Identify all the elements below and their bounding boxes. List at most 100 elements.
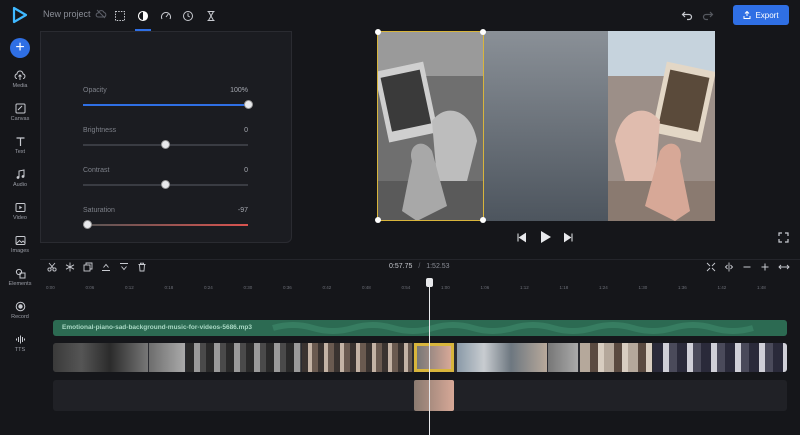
- selected-layer-frame[interactable]: [375, 29, 486, 223]
- sidebar-item-label: Canvas: [10, 116, 30, 122]
- duplicate-icon[interactable]: [83, 262, 93, 272]
- scissors-icon[interactable]: [47, 262, 57, 272]
- audio-clip-name: Emotional-piano-sad-background-music-for…: [62, 324, 252, 331]
- bring-up-icon[interactable]: [101, 262, 111, 272]
- export-label: Export: [755, 10, 779, 20]
- sidebar-item-canvas[interactable]: Canvas: [0, 103, 40, 133]
- undo-icon[interactable]: [681, 9, 693, 21]
- ruler-tick-label: 1:36: [678, 285, 687, 290]
- ruler-tick-label: 0:48: [362, 285, 371, 290]
- video-clip[interactable]: [302, 343, 412, 372]
- brightness-slider-thumb[interactable]: [161, 140, 170, 149]
- waveform-icon: [15, 335, 25, 344]
- record-icon: [15, 301, 25, 312]
- resize-handle-top-left[interactable]: [375, 29, 381, 35]
- sidebar-item-label: TTS: [14, 347, 26, 353]
- video-track[interactable]: [53, 343, 787, 372]
- hourglass-icon[interactable]: [205, 10, 217, 22]
- saturation-value: -97: [237, 207, 248, 214]
- fullscreen-icon[interactable]: [778, 232, 789, 243]
- video-clip[interactable]: [53, 343, 148, 372]
- sidebar-item-label: Record: [11, 314, 29, 320]
- split-view-icon[interactable]: [724, 262, 734, 272]
- app-logo-icon[interactable]: [11, 6, 29, 24]
- sidebar-item-video[interactable]: Video: [0, 202, 40, 232]
- resize-handle-bottom-left[interactable]: [375, 217, 381, 223]
- play-icon[interactable]: [539, 230, 552, 244]
- ruler-tick-label: 0:24: [204, 285, 213, 290]
- ruler-tick-label: 1:42: [717, 285, 727, 290]
- ruler-tick-label: 0:42: [322, 285, 332, 290]
- sidebar-item-label: Media: [12, 83, 28, 89]
- add-media-button[interactable]: +: [10, 38, 30, 58]
- contrast-label: Contrast: [83, 167, 110, 174]
- ruler-tick-label: 0:54: [401, 285, 411, 290]
- resize-handle-top-right[interactable]: [480, 29, 486, 35]
- selected-video-clip[interactable]: [414, 343, 454, 372]
- resize-handle-bottom-right[interactable]: [480, 217, 486, 223]
- playhead-handle[interactable]: [426, 278, 433, 287]
- project-title[interactable]: New project: [43, 9, 91, 19]
- video-clip[interactable]: [548, 343, 578, 372]
- saturation-slider-track[interactable]: [83, 224, 248, 226]
- ruler-tick-label: 1:24: [599, 285, 608, 290]
- video-clip[interactable]: [186, 343, 301, 372]
- video-icon: [15, 203, 25, 212]
- skip-back-icon[interactable]: [516, 232, 527, 243]
- fit-timeline-icon[interactable]: [706, 262, 716, 272]
- timeline-time-readout: 0:57.75 / 1:52.53: [389, 263, 450, 270]
- properties-panel: [40, 31, 292, 243]
- sidebar-item-text[interactable]: Text: [0, 136, 40, 166]
- clock-icon[interactable]: [182, 10, 194, 22]
- opacity-slider-thumb[interactable]: [243, 100, 253, 109]
- contrast-slider-thumb[interactable]: [161, 180, 170, 189]
- export-upload-icon: [743, 11, 751, 19]
- current-time: 0:57.75: [389, 263, 413, 270]
- text-icon: [16, 137, 24, 146]
- redo-icon[interactable]: [702, 9, 714, 21]
- video-clip[interactable]: [653, 343, 787, 372]
- speed-icon[interactable]: [160, 10, 172, 22]
- playhead-line[interactable]: [429, 280, 430, 435]
- cloud-sync-icon: [95, 9, 107, 19]
- opacity-slider-track[interactable]: [83, 104, 248, 106]
- contrast-value: 0: [244, 167, 248, 174]
- canvas-icon: [15, 103, 25, 114]
- overlay-clip[interactable]: [414, 380, 454, 411]
- sidebar-item-label: Text: [14, 149, 26, 155]
- overlay-track[interactable]: [53, 380, 787, 411]
- zoom-in-icon[interactable]: [760, 262, 770, 272]
- freeze-icon[interactable]: [65, 262, 75, 272]
- time-separator: /: [418, 263, 421, 270]
- sidebar-item-label: Audio: [12, 182, 28, 188]
- crop-icon[interactable]: [114, 10, 126, 22]
- sidebar-item-media[interactable]: Media: [0, 70, 40, 100]
- zoom-out-icon[interactable]: [742, 262, 752, 272]
- video-clip[interactable]: [149, 343, 185, 372]
- ruler-tick-label: 0:00: [46, 285, 55, 290]
- brightness-label: Brightness: [83, 127, 117, 134]
- sidebar-item-audio[interactable]: Audio: [0, 169, 40, 199]
- contrast-icon[interactable]: [137, 10, 149, 22]
- sidebar-item-record[interactable]: Record: [0, 301, 40, 331]
- trash-icon[interactable]: [137, 262, 147, 272]
- skip-forward-icon[interactable]: [563, 232, 574, 243]
- image-icon: [15, 236, 25, 245]
- sidebar-item-tts[interactable]: TTS: [0, 334, 40, 364]
- ruler-tick-label: 0:12: [125, 285, 134, 290]
- video-clip[interactable]: [457, 343, 547, 372]
- send-down-icon[interactable]: [119, 262, 129, 272]
- ruler-tick-label: 1:06: [480, 285, 490, 290]
- sidebar-item-elements[interactable]: Elements: [0, 268, 40, 298]
- color-photo-frame: [608, 31, 715, 221]
- selected-clip-thumbnail: [417, 346, 451, 369]
- ruler-tick-label: 0:30: [243, 285, 253, 290]
- tabs-divider: [41, 31, 291, 32]
- ruler-tick-label: 1:30: [638, 285, 648, 290]
- expand-timeline-icon[interactable]: [778, 262, 790, 272]
- export-button[interactable]: Export: [733, 5, 789, 25]
- ruler-tick-label: 1:18: [559, 285, 569, 290]
- sidebar-item-images[interactable]: Images: [0, 235, 40, 265]
- video-clip[interactable]: [580, 343, 652, 372]
- ruler-tick-label: 0:06: [85, 285, 95, 290]
